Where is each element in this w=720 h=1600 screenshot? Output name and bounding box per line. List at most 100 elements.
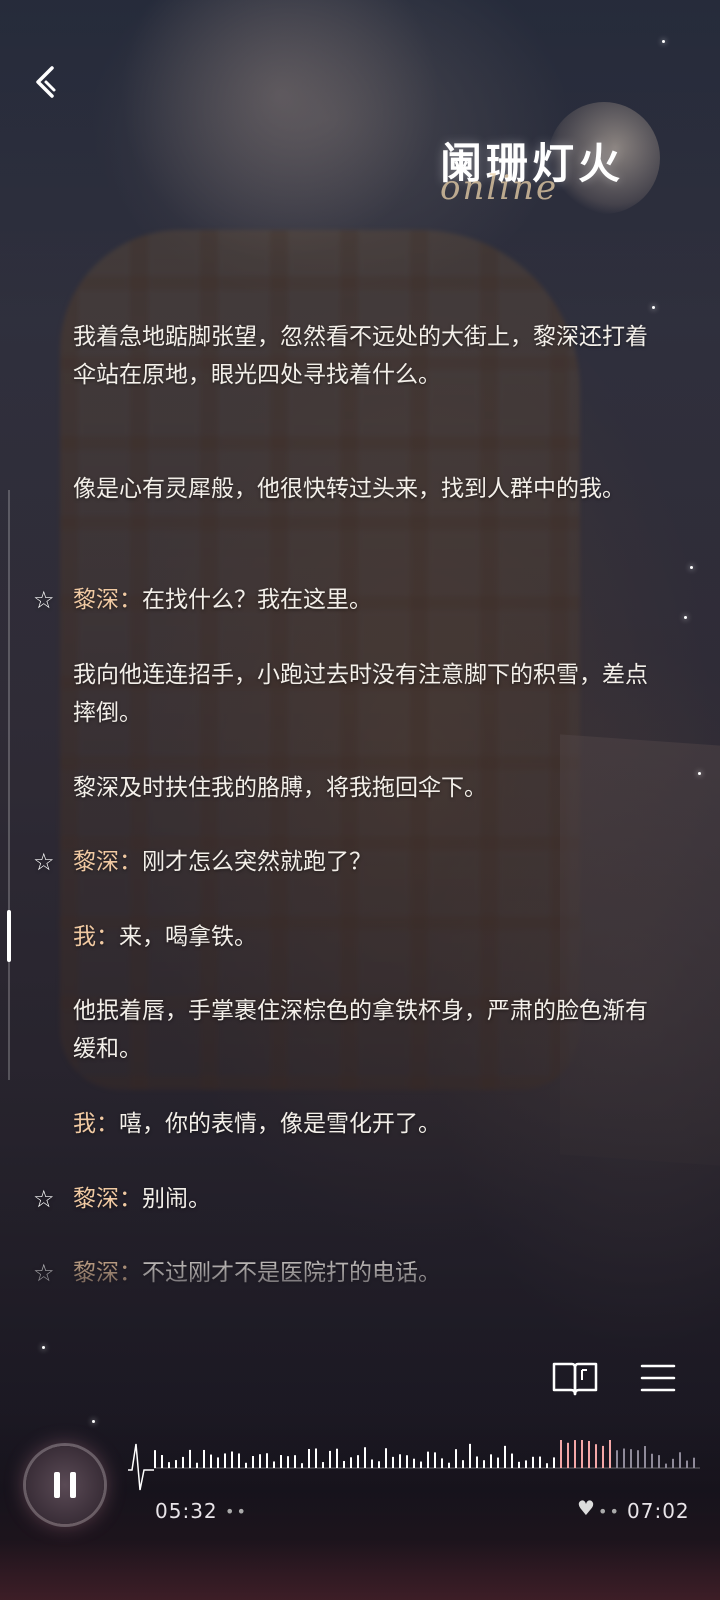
waveform-bar	[231, 1451, 233, 1468]
waveform-bar	[560, 1440, 562, 1468]
current-time: 05:32	[155, 1499, 218, 1523]
waveform-bar	[448, 1462, 450, 1468]
character-face-artwork	[120, 0, 440, 260]
dialogue-line: ☆ 黎深：不过刚才不是医院打的电话。	[33, 1254, 673, 1292]
dialogue-text: 不过刚才不是医院打的电话。	[142, 1260, 441, 1286]
back-button[interactable]	[26, 60, 70, 104]
waveform-bar	[329, 1450, 331, 1468]
waveform-bar	[175, 1460, 177, 1468]
waveform-bar	[371, 1459, 373, 1468]
waveform-bar	[434, 1452, 436, 1468]
pause-icon	[54, 1472, 60, 1498]
waveform-bar	[462, 1460, 464, 1468]
waveform-bar	[511, 1453, 513, 1468]
waveform-bar	[679, 1452, 681, 1468]
sparkle-star	[662, 40, 665, 43]
audio-waveform[interactable]	[128, 1440, 700, 1496]
waveform-bar	[315, 1448, 317, 1468]
current-time-dots: ••	[225, 1502, 248, 1521]
waveform-bar	[581, 1440, 583, 1468]
waveform-bar	[504, 1445, 506, 1468]
menu-button[interactable]	[634, 1356, 684, 1400]
speaker-name: 黎深：	[73, 1260, 142, 1286]
speaker-name: 黎深：	[73, 587, 142, 613]
waveform-bar	[343, 1460, 345, 1468]
total-time: 07:02	[627, 1499, 690, 1523]
waveform-bar	[273, 1461, 275, 1468]
book-button[interactable]	[550, 1356, 600, 1400]
waveform-bar	[539, 1456, 541, 1468]
waveform-bar	[294, 1455, 296, 1468]
waveform-bar	[357, 1455, 359, 1468]
waveform-bar	[693, 1457, 695, 1468]
waveform-bar	[672, 1458, 674, 1468]
waveform-bar	[665, 1463, 667, 1468]
waveform-bar	[350, 1457, 352, 1468]
waveform-bar	[651, 1453, 653, 1468]
narration-paragraph: 他抿着唇，手掌裹住深棕色的拿铁杯身，严肃的脸色渐有缓和。	[73, 998, 648, 1062]
dialogue-line: 我：嘻，你的表情，像是雪化开了。	[73, 1105, 673, 1143]
dialogue-text: 嘻，你的表情，像是雪化开了。	[119, 1111, 441, 1137]
story-text-area[interactable]: 我着急地踮脚张望，忽然看不远处的大街上，黎深还打着伞站在原地，眼光四处寻找着什么…	[0, 318, 720, 1308]
waveform-bar	[154, 1450, 156, 1468]
dialogue-text: 刚才怎么突然就跑了？	[142, 849, 372, 875]
waveform-bar	[385, 1448, 387, 1468]
waveform-bar	[392, 1456, 394, 1468]
narration-paragraph: 我向他连连招手，小跑过去时没有注意脚下的积雪，差点摔倒。	[73, 662, 648, 726]
waveform-bar	[567, 1442, 569, 1468]
pause-button[interactable]	[26, 1446, 104, 1524]
chevron-left-icon	[36, 66, 56, 98]
star-outline-icon[interactable]: ☆	[33, 1254, 59, 1292]
waveform-bar	[518, 1461, 520, 1468]
waveform-bar	[490, 1454, 492, 1468]
dialogue-line: ☆ 黎深：刚才怎么突然就跑了？	[33, 843, 673, 881]
waveform-bar	[301, 1463, 303, 1468]
waveform-bar	[224, 1453, 226, 1468]
waveform-bar	[427, 1451, 429, 1468]
waveform-bar	[616, 1450, 618, 1468]
star-outline-icon[interactable]: ☆	[33, 1180, 59, 1218]
waveform-bar	[210, 1454, 212, 1468]
waveform-bar	[399, 1454, 401, 1468]
waveform-bar	[336, 1448, 338, 1468]
waveform-bar	[623, 1448, 625, 1468]
waveform-bar	[203, 1449, 205, 1468]
speaker-name: 黎深：	[73, 849, 142, 875]
waveform-bar	[413, 1458, 415, 1468]
waveform-bar	[532, 1456, 534, 1468]
waveform-bar	[686, 1460, 688, 1468]
waveform-bar	[182, 1456, 184, 1468]
menu-icon	[640, 1364, 676, 1392]
bottom-glow	[0, 1540, 720, 1600]
waveform-bar	[595, 1444, 597, 1468]
heart-icon[interactable]: ♥	[577, 1496, 595, 1520]
waveform-bar	[238, 1453, 240, 1468]
waveform-bar	[630, 1449, 632, 1468]
waveform-bar	[259, 1454, 261, 1468]
waveform-bar	[196, 1462, 198, 1468]
dialogue-line: ☆ 黎深：在找什么？我在这里。	[33, 581, 673, 619]
speaker-name: 我：	[73, 1111, 119, 1137]
waveform-bar	[420, 1461, 422, 1468]
waveform-bar	[266, 1453, 268, 1468]
waveform-bar	[280, 1455, 282, 1468]
sparkle-star	[652, 306, 655, 309]
waveform-bar	[476, 1456, 478, 1468]
speaker-name: 我：	[73, 924, 119, 950]
waveform-bar	[308, 1448, 310, 1468]
speaker-name: 黎深：	[73, 1186, 142, 1212]
waveform-bar	[252, 1456, 254, 1468]
narration-paragraph: 像是心有灵犀般，他很快转过头来，找到人群中的我。	[73, 476, 625, 502]
waveform-bar	[658, 1455, 660, 1468]
waveform-bar	[287, 1456, 289, 1468]
waveform-bar	[644, 1446, 646, 1468]
sparkle-star	[42, 1346, 45, 1349]
star-outline-icon[interactable]: ☆	[33, 581, 59, 619]
pause-icon	[70, 1472, 76, 1498]
waveform-bar	[483, 1460, 485, 1468]
waveform-bar	[588, 1440, 590, 1468]
end-time-dots: ••	[598, 1502, 621, 1521]
waveform-bar	[553, 1457, 555, 1468]
waveform-bar	[406, 1455, 408, 1468]
star-outline-icon[interactable]: ☆	[33, 843, 59, 881]
